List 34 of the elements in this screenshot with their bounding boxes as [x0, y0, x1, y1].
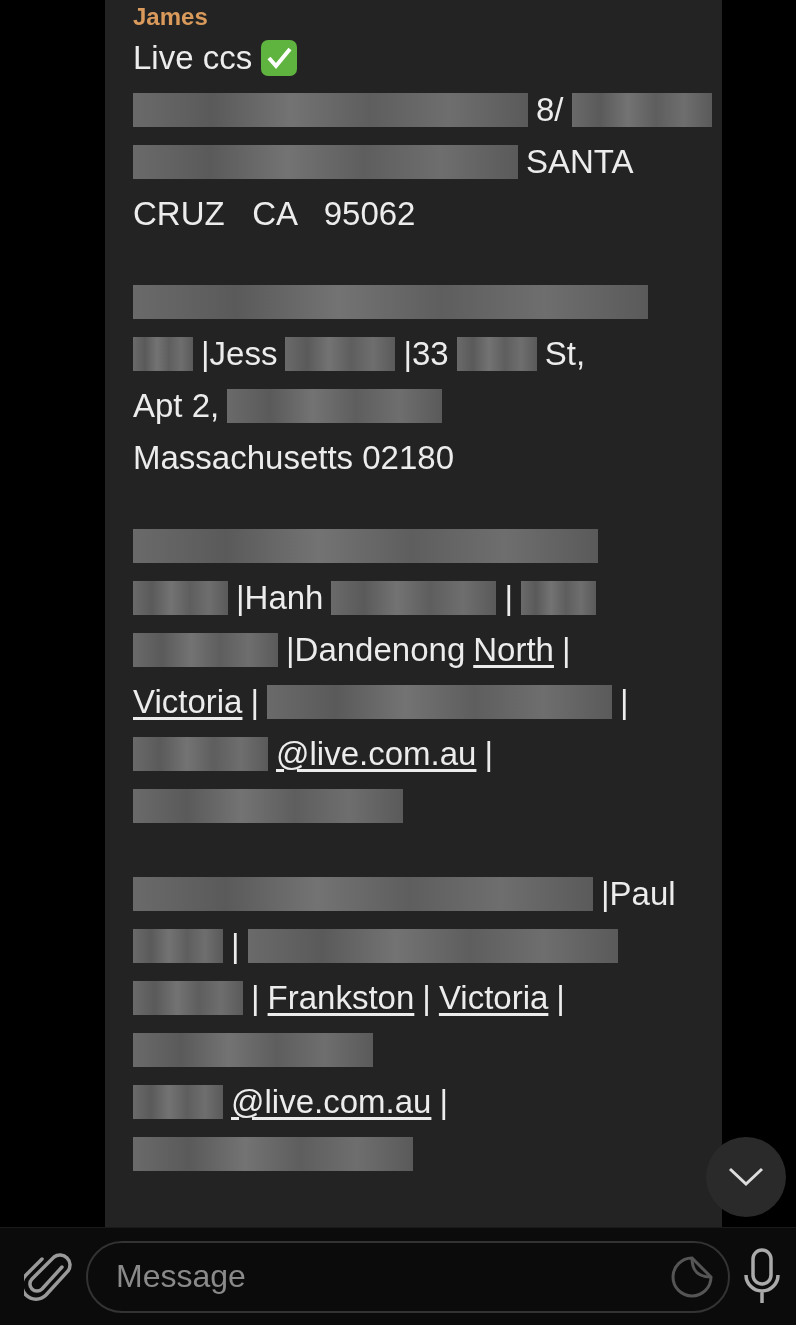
- sender-name: James: [133, 2, 208, 32]
- message-text: |: [484, 735, 493, 773]
- check-icon: [260, 39, 299, 77]
- message-text: 8/: [536, 91, 564, 129]
- message-text: |: [561, 631, 571, 669]
- message-text: Massachusetts 02180: [133, 439, 455, 477]
- message-text: |: [504, 579, 514, 617]
- message-field[interactable]: Message: [86, 1240, 730, 1313]
- message-text: |: [620, 683, 629, 721]
- link[interactable]: Victoria: [438, 979, 549, 1017]
- message-text: |Hanh: [236, 579, 324, 617]
- chevron-down-icon: [728, 1167, 764, 1187]
- message-text: St,: [544, 335, 586, 373]
- redacted-block: [133, 337, 193, 371]
- message-text: |Paul: [601, 875, 676, 913]
- link[interactable]: Victoria: [133, 683, 243, 721]
- message-text: |: [556, 979, 565, 1017]
- message-text: Apt 2,: [133, 387, 220, 425]
- message-text: SANTA: [526, 143, 634, 181]
- sticker-icon[interactable]: [670, 1254, 714, 1299]
- link[interactable]: @live.com.au: [231, 1083, 432, 1121]
- message-text: |Dandenong: [286, 631, 466, 669]
- message-text: Live ccs: [133, 39, 253, 77]
- link[interactable]: North: [473, 631, 554, 669]
- message-text: |: [250, 683, 260, 721]
- message-text: |: [231, 927, 240, 965]
- message-text: CRUZ CA 95062: [133, 195, 416, 233]
- link[interactable]: Frankston: [267, 979, 415, 1017]
- message-text: |Jess: [201, 335, 278, 373]
- message-text: |: [422, 979, 431, 1017]
- message-text: |: [439, 1083, 448, 1121]
- message-text: |: [251, 979, 260, 1017]
- link[interactable]: @live.com.au: [276, 735, 477, 773]
- message-text: |33: [403, 335, 449, 373]
